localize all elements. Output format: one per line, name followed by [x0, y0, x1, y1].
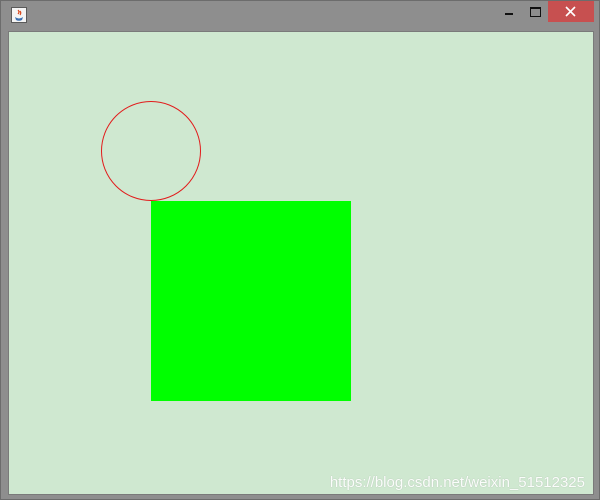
maximize-icon: [530, 7, 541, 17]
minimize-button[interactable]: [495, 1, 521, 22]
java-cup-icon[interactable]: [11, 7, 27, 23]
green-filled-square: [151, 201, 351, 401]
red-circle-outline: [101, 101, 201, 201]
close-button[interactable]: [548, 1, 594, 22]
application-window: https://blog.csdn.net/weixin_51512325: [0, 0, 600, 500]
drawing-canvas[interactable]: https://blog.csdn.net/weixin_51512325: [8, 31, 594, 495]
maximize-button[interactable]: [521, 1, 548, 22]
watermark-text: https://blog.csdn.net/weixin_51512325: [329, 474, 585, 491]
title-bar[interactable]: [1, 1, 599, 31]
close-icon: [565, 6, 576, 17]
minimize-icon: [505, 13, 513, 15]
